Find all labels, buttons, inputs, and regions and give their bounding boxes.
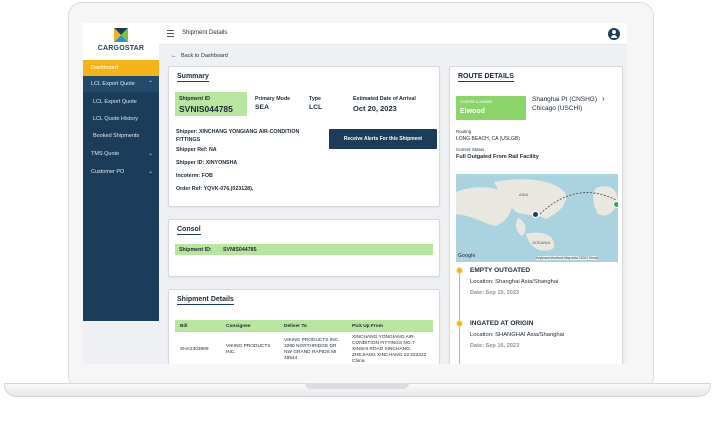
sidebar-subitem-lcl-quote-history[interactable]: LCL Quote History [83, 111, 159, 127]
consol-id-row [175, 244, 433, 255]
logo[interactable]: CARGOSTAR [83, 23, 159, 60]
event-location: Location: SHANGHAI Asia/Shanghai [470, 332, 565, 338]
column-header: Pick Up From [347, 320, 433, 332]
map-label-oceania: OCEANIA [532, 240, 551, 245]
timeline-dot [456, 267, 463, 274]
table-row[interactable]: SHA2303969 VIKING PRODUCTS INC. VIKING P… [175, 332, 433, 364]
event-title: INGATED AT ORIGIN [470, 320, 534, 327]
sidebar-item-label: TMS Quote [91, 151, 120, 157]
shipper-id: Shipper ID: XINYONSHA [176, 160, 238, 166]
world-map-graphic [456, 174, 618, 262]
event-date: Date: Sep 16, 2023 [470, 343, 520, 349]
page-title: Shipment Details [182, 30, 228, 36]
type-value: LCL [309, 104, 323, 111]
timeline-dot [456, 320, 463, 327]
cargostar-logo-icon [114, 28, 128, 42]
deliver-to-cell: VIKING PRODUCTS INC. 3280 NORTHRIDGE DR … [284, 338, 340, 361]
status-value: Full Outgated From Rail Facility [456, 154, 539, 160]
sidebar-item-label: LCL Export Quote [91, 81, 135, 87]
shipment-id-value: SVNIS044785 [179, 104, 233, 114]
primary-mode-value: SEA [255, 104, 269, 111]
shipment-details-card: Shipment Details Bill Consignee Deliver … [168, 289, 440, 364]
shipment-id-label: Shipment ID [179, 96, 210, 102]
sidebar-item-label: Customer PO [91, 169, 125, 175]
sidebar-item-tms-quote[interactable]: TMS Quote ⌄ [83, 146, 159, 162]
logo-text: CARGOSTAR [97, 45, 145, 52]
status-label: Current Status [456, 147, 485, 152]
consignee-cell: VIKING PRODUCTS INC. [226, 344, 271, 355]
summary-title: Summary [177, 73, 209, 82]
routing-value: LONG BEACH, CA (USLGB) [456, 136, 520, 142]
back-label: Back to Dashboard [181, 53, 228, 59]
top-bar: Shipment Details [159, 23, 627, 45]
map-label-asia: ASIA [519, 192, 529, 197]
consol-card: Consol Shipment ID: SVNIS044785 [168, 219, 440, 277]
google-logo: Google [458, 253, 476, 259]
route-to: Chicago (USCHI) [532, 105, 583, 112]
laptop-notch [305, 383, 409, 389]
eta-value: Oct 20, 2023 [353, 104, 397, 113]
primary-mode-label: Primary Mode [255, 96, 291, 102]
routing-label: Routing [456, 129, 472, 134]
column-header: Consignee [221, 320, 279, 332]
table-header-row: Bill Consignee Deliver To Pick Up From [175, 320, 433, 332]
bill-cell: SHA2303969 [180, 347, 209, 352]
route-from: Shanghai Pt (CNSHG) [532, 96, 598, 103]
incoterm: Incoterm: FOB [176, 173, 213, 179]
back-to-dashboard-link[interactable]: ← Back to Dashboard [171, 53, 228, 59]
sidebar-subitem-lcl-export-quote[interactable]: LCL Export Quote [83, 94, 159, 110]
column-header: Bill [175, 320, 221, 332]
timeline-line [459, 270, 460, 364]
chevron-up-icon: ⌃ [147, 81, 153, 87]
route-details-card: ROUTE DETAILS Current Location Elwood Sh… [449, 66, 623, 364]
current-location-value: Elwood [460, 108, 485, 115]
event-date: Date: Sep 15, 2023 [470, 290, 520, 296]
consol-id-label: Shipment ID: [179, 247, 212, 253]
current-location-label: Current Location [460, 99, 493, 104]
menu-icon[interactable] [167, 30, 174, 37]
receive-alerts-button[interactable]: Receive Alerts For this Shipment [329, 129, 437, 149]
event-location: Location: Shanghai Asia/Shanghai [470, 279, 559, 285]
arrow-left-icon: ← [171, 53, 177, 59]
sidebar-item-dashboard[interactable]: Dashboard [83, 60, 159, 76]
sidebar-item-customer-po[interactable]: Customer PO ⌄ [83, 164, 159, 180]
pick-up-from-cell: XINCHANG YONGIANG AIR-CONDITION FITTINGS… [352, 335, 427, 364]
sidebar-subitem-booked-shipments[interactable]: Booked Shipments [83, 128, 159, 144]
event-title: EMPTY OUTGATED [470, 267, 531, 274]
chevron-down-icon: ⌄ [147, 169, 153, 175]
order-ref: Order Ref: YQVK-076,(023128), [176, 186, 254, 192]
route-map[interactable]: ASIA OCEANIA Google Keyboard shortcuts M… [456, 174, 618, 262]
map-attribution[interactable]: Keyboard shortcuts Map data ©2023 Terms [536, 256, 598, 260]
eta-label: Estimated Date of Arrival [353, 96, 416, 102]
ship-marker-icon[interactable] [532, 211, 539, 218]
shipment-details-title: Shipment Details [177, 296, 234, 305]
sidebar-item-lcl-export-quote[interactable]: LCL Export Quote ⌃ [83, 76, 159, 92]
chevron-right-icon[interactable]: › [602, 94, 605, 103]
sidebar: CARGOSTAR Dashboard LCL Export Quote ⌃ L… [83, 23, 159, 321]
shipper: Shipper: XINCHANG YONGIANG AIR-CONDITION… [176, 129, 300, 143]
type-label: Type [309, 96, 321, 102]
user-avatar-icon[interactable] [608, 28, 620, 40]
shipment-details-table: Bill Consignee Deliver To Pick Up From S… [175, 320, 433, 364]
destination-marker-icon[interactable] [613, 201, 618, 208]
column-header: Deliver To [279, 320, 347, 332]
shipper-ref: Shipper Ref: NA [176, 147, 217, 153]
chevron-down-icon: ⌄ [147, 151, 153, 157]
consol-title: Consol [177, 226, 201, 235]
app-screen: CARGOSTAR Dashboard LCL Export Quote ⌃ L… [83, 23, 627, 364]
summary-card: Summary Shipment ID SVNIS044785 Primary … [168, 66, 440, 207]
consol-id-value: SVNIS044785 [223, 247, 257, 253]
route-title: ROUTE DETAILS [458, 73, 514, 82]
